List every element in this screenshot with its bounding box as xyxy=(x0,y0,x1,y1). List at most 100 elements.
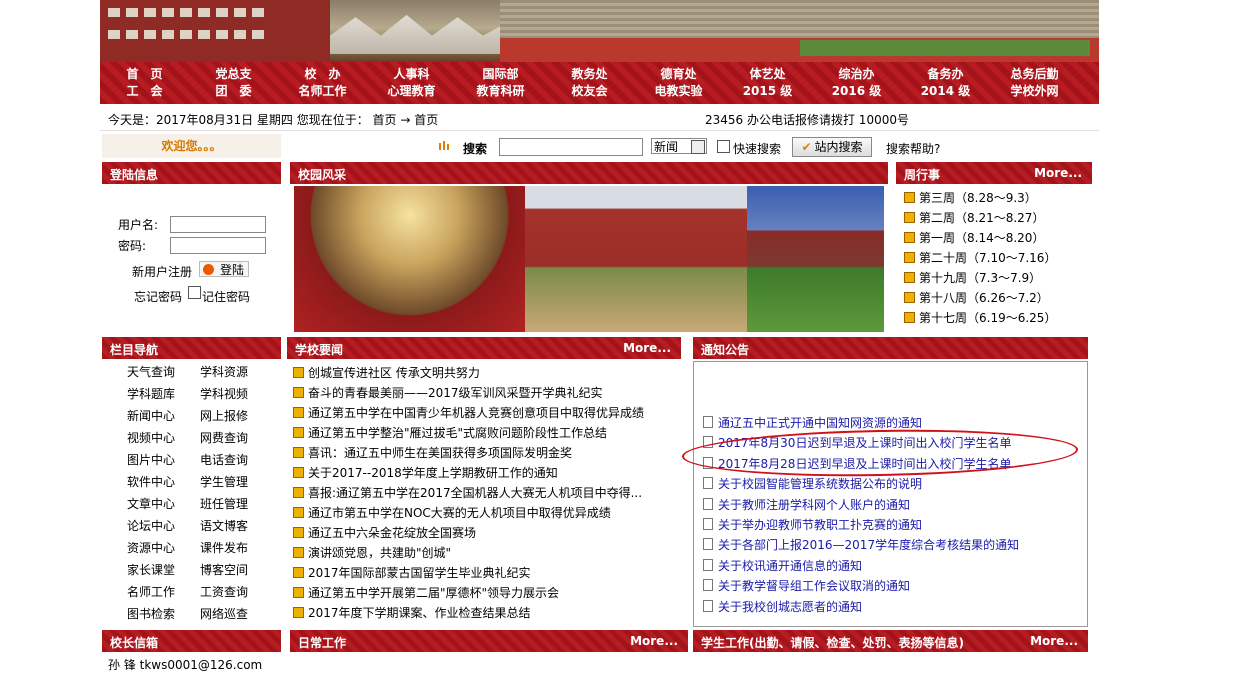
news-item[interactable]: 通辽第五中学整治"雁过拔毛"式腐败问题阶段性工作总结 xyxy=(293,425,677,445)
daily-work-panel: 日常工作 More... xyxy=(290,630,688,663)
nav-item-4[interactable]: 人事科 心理教育 xyxy=(367,62,456,104)
week-item[interactable]: 第三周（8.28～9.3） xyxy=(904,190,1056,210)
colnav-link[interactable]: 工资查询 xyxy=(200,583,248,600)
notice-item[interactable]: 关于教师注册学科网个人账户的通知 xyxy=(703,497,1019,517)
nav-item-9[interactable]: 综治办 2016 级 xyxy=(812,62,901,104)
week-item[interactable]: 第二周（8.21～8.27） xyxy=(904,210,1056,230)
nav-item-10[interactable]: 备务办 2014 级 xyxy=(901,62,990,104)
news-item[interactable]: 2017年度下学期课案、作业检查结果总结 xyxy=(293,605,677,625)
quick-search-checkbox[interactable] xyxy=(717,140,730,153)
search-bar: 搜索 新闻 快速搜索 ✔ 站内搜索 搜索帮助? xyxy=(430,136,1090,158)
colnav-link[interactable]: 学科题库 xyxy=(127,385,175,402)
news-item[interactable]: 通辽第五中学在中国青少年机器人竞赛创意项目中取得优异成绩 xyxy=(293,405,677,425)
news-item[interactable]: 通辽五中六朵金花绽放全国赛场 xyxy=(293,525,677,545)
search-input[interactable] xyxy=(499,138,643,156)
nav-item-5[interactable]: 国际部 教育科研 xyxy=(456,62,545,104)
week-item[interactable]: 第二十周（7.10～7.16） xyxy=(904,250,1056,270)
nav-item-1[interactable]: 首 页工 会 xyxy=(100,62,189,104)
colnav-link[interactable]: 网费查询 xyxy=(200,429,248,446)
login-button[interactable]: 登陆 xyxy=(199,261,249,277)
date-location-text: 今天是：2017年08月31日 星期四 您现在位于： 首页 → 首页 xyxy=(108,113,439,127)
colnav-link[interactable]: 文章中心 xyxy=(127,495,175,512)
register-link[interactable]: 新用户注册 xyxy=(132,263,192,280)
colnav-link[interactable]: 天气查询 xyxy=(127,363,175,380)
document-icon xyxy=(703,416,713,428)
colnav-link[interactable]: 学科资源 xyxy=(200,363,248,380)
colnav-link[interactable]: 软件中心 xyxy=(127,473,175,490)
news-header: 学校要闻 More... xyxy=(287,337,681,359)
notice-item[interactable]: 关于校讯通开通信息的通知 xyxy=(703,558,1019,578)
document-icon xyxy=(703,477,713,490)
student-work-panel: 学生工作(出勤、请假、检查、处罚、表扬等信息) More... xyxy=(693,630,1088,663)
nav-item-7[interactable]: 德育处 电教实验 xyxy=(634,62,723,104)
news-item[interactable]: 关于2017--2018学年度上学期教研工作的通知 xyxy=(293,465,677,485)
news-item[interactable]: 喜报:通辽第五中学在2017全国机器人大赛无人机项目中夺得... xyxy=(293,485,677,505)
info-bar: 今天是：2017年08月31日 星期四 您现在位于： 首页 → 首页 23456… xyxy=(100,104,1099,131)
colnav-link[interactable]: 新闻中心 xyxy=(127,407,175,424)
colnav-link[interactable]: 班任管理 xyxy=(200,495,248,512)
bullet-icon xyxy=(904,292,915,303)
building-photo[interactable] xyxy=(525,186,747,332)
colnav-link[interactable]: 网上报修 xyxy=(200,407,248,424)
colnav-link[interactable]: 图书检索 xyxy=(127,605,175,622)
arrow-icon xyxy=(203,264,214,275)
search-help-link[interactable]: 搜索帮助? xyxy=(886,140,940,157)
notice-item[interactable]: 关于举办迎教师节教职工扑克赛的通知 xyxy=(703,517,1019,537)
colnav-link[interactable]: 语文博客 xyxy=(200,517,248,534)
notices-panel: 通知公告 通辽五中正式开通中国知网资源的通知 2017年8月30日迟到早退及上课… xyxy=(693,337,1088,627)
news-item[interactable]: 2017年国际部蒙古国留学生毕业典礼纪实 xyxy=(293,565,677,585)
colnav-link[interactable]: 电话查询 xyxy=(200,451,248,468)
week-item[interactable]: 第一周（8.14～8.20） xyxy=(904,230,1056,250)
password-input[interactable] xyxy=(170,237,266,254)
school-news-panel: 学校要闻 More... 创城宣传进社区 传承文明共努力 奋斗的青春最美丽——20… xyxy=(287,337,681,627)
notice-item[interactable]: 关于教学督导组工作会议取消的通知 xyxy=(703,578,1019,598)
colnav-link[interactable]: 资源中心 xyxy=(127,539,175,556)
colnav-link[interactable]: 课件发布 xyxy=(200,539,248,556)
colnav-header: 栏目导航 xyxy=(102,337,281,359)
news-item[interactable]: 创城宣传进社区 传承文明共努力 xyxy=(293,365,677,385)
week-item[interactable]: 第十七周（6.19～6.25） xyxy=(904,310,1056,330)
bullet-icon xyxy=(904,192,915,203)
campus-banner-image xyxy=(100,0,1099,62)
colnav-link[interactable]: 视频中心 xyxy=(127,429,175,446)
student-more-link[interactable]: More... xyxy=(1030,634,1078,648)
search-category-select[interactable]: 新闻 xyxy=(651,138,707,154)
news-item[interactable]: 通辽市第五中学在NOC大赛的无人机项目中取得优异成绩 xyxy=(293,505,677,525)
colnav-link[interactable]: 图片中心 xyxy=(127,451,175,468)
quick-search-label: 快速搜索 xyxy=(733,142,782,156)
nav-item-11[interactable]: 总务后勤 学校外网 xyxy=(990,62,1079,104)
dormitory-photo[interactable] xyxy=(747,186,884,332)
nav-item-3[interactable]: 校 办名师工作 xyxy=(278,62,367,104)
daily-more-link[interactable]: More... xyxy=(630,634,678,648)
remember-checkbox[interactable] xyxy=(188,286,201,299)
nav-item-6[interactable]: 教务处 校友会 xyxy=(545,62,634,104)
auditorium-photo[interactable] xyxy=(294,186,525,332)
site-search-button[interactable]: ✔ 站内搜索 xyxy=(792,137,872,157)
week-item[interactable]: 第十八周（6.26～7.2） xyxy=(904,290,1056,310)
notice-item[interactable]: 关于校园智能管理系统数据公布的说明 xyxy=(703,476,1019,496)
nav-item-2[interactable]: 党总支团 委 xyxy=(189,62,278,104)
colnav-link[interactable]: 论坛中心 xyxy=(127,517,175,534)
colnav-link[interactable]: 名师工作 xyxy=(127,583,175,600)
scrolling-notice: 23456 办公电话报修请拨打 10000号 xyxy=(705,113,909,127)
colnav-link[interactable]: 家长课堂 xyxy=(127,561,175,578)
bullet-icon xyxy=(293,447,304,458)
document-icon xyxy=(703,579,713,592)
nav-item-8[interactable]: 体艺处 2015 级 xyxy=(723,62,812,104)
notice-item[interactable]: 关于各部门上报2016—2017学年度综合考核结果的通知 xyxy=(703,537,1019,557)
checkmark-icon: ✔ xyxy=(801,140,812,154)
colnav-link[interactable]: 学科视频 xyxy=(200,385,248,402)
week-item[interactable]: 第十九周（7.3～7.9） xyxy=(904,270,1056,290)
news-item[interactable]: 演讲颂党恩，共建助"创城" xyxy=(293,545,677,565)
username-input[interactable] xyxy=(170,216,266,233)
news-more-link[interactable]: More... xyxy=(623,341,671,355)
news-item[interactable]: 通辽第五中学开展第二届"厚德杯"领导力展示会 xyxy=(293,585,677,605)
colnav-link[interactable]: 学生管理 xyxy=(200,473,248,490)
colnav-link[interactable]: 博客空间 xyxy=(200,561,248,578)
news-item[interactable]: 喜讯：通辽五中师生在美国获得多项国际发明金奖 xyxy=(293,445,677,465)
week-more-link[interactable]: More... xyxy=(1034,166,1082,180)
forgot-password-link[interactable]: 忘记密码 xyxy=(134,288,182,305)
news-item[interactable]: 奋斗的青春最美丽——2017级军训风采暨开学典礼纪实 xyxy=(293,385,677,405)
colnav-link[interactable]: 网络巡查 xyxy=(200,605,248,622)
notice-item[interactable]: 关于我校创城志愿者的通知 xyxy=(703,599,1019,619)
